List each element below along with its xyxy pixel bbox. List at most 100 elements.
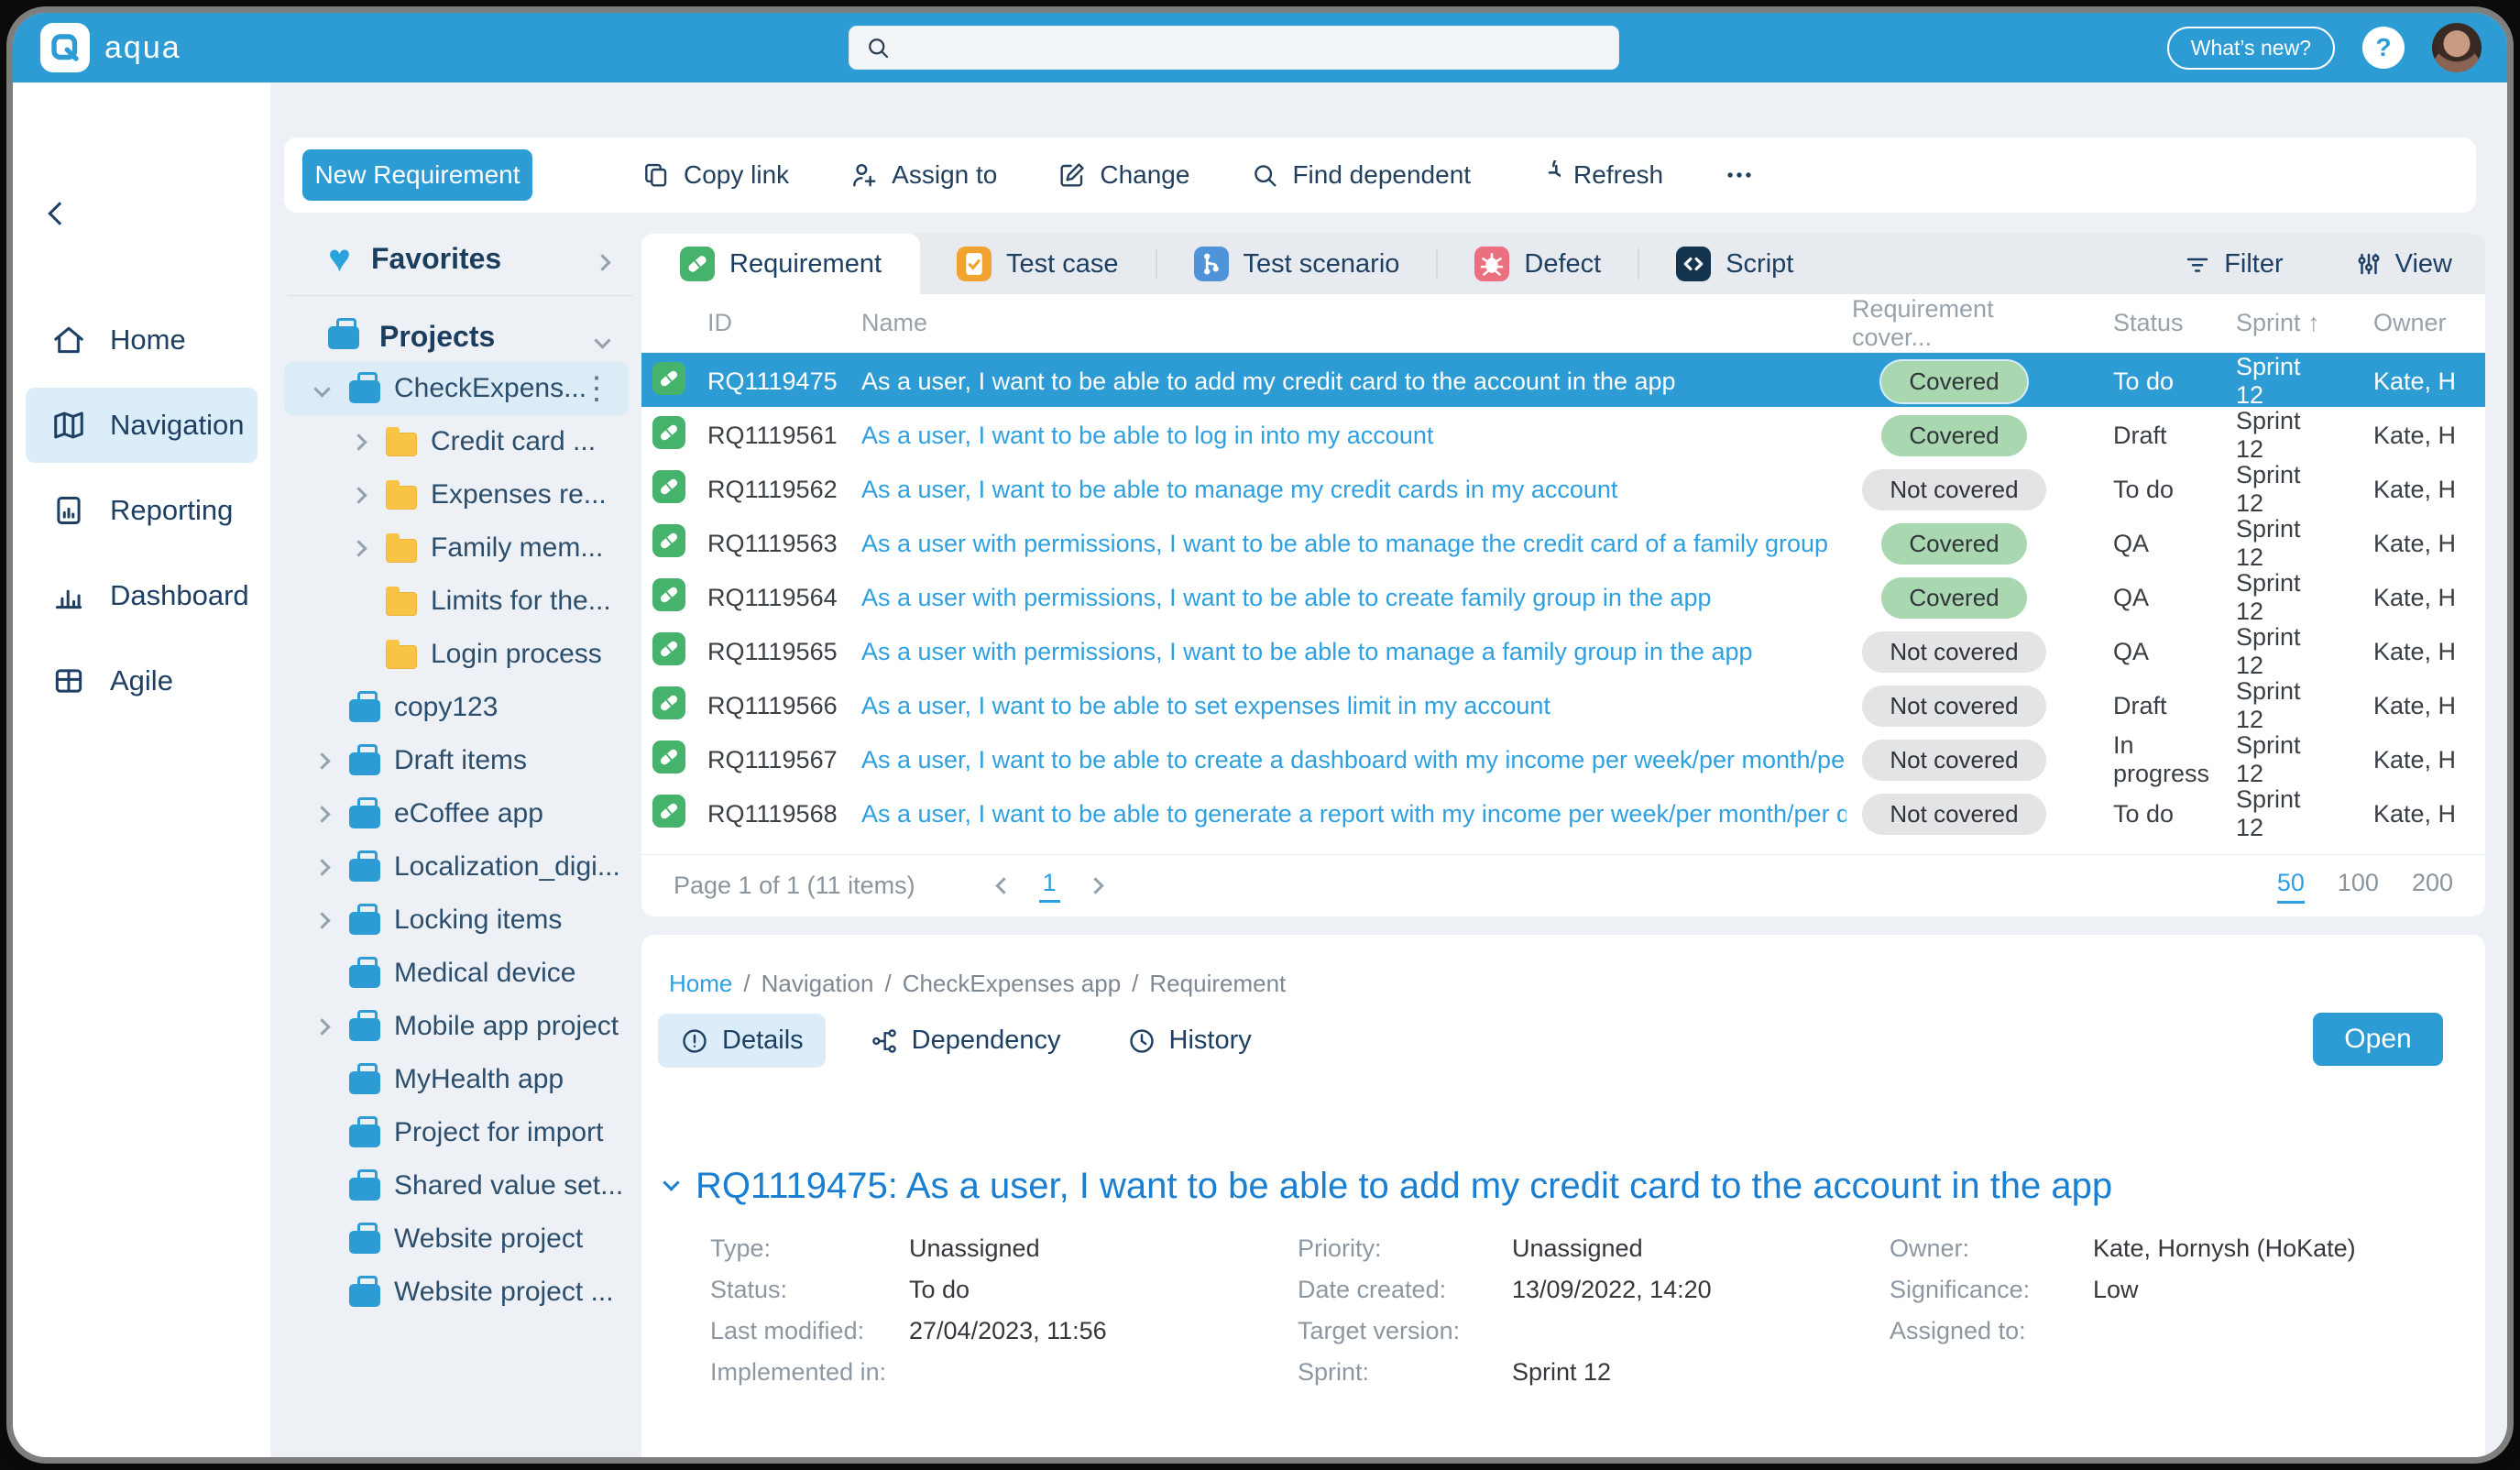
assign-to-button[interactable]: Assign to [849, 160, 997, 190]
tab-requirement[interactable]: Requirement [641, 234, 920, 294]
row-name-link[interactable]: As a user, I want to be able to manage m… [857, 476, 1846, 504]
table-row[interactable]: RQ1119475 As a user, I want to be able t… [641, 353, 2485, 407]
breadcrumb-item[interactable]: CheckExpenses app [903, 970, 1121, 998]
column-header-owner[interactable]: Owner [2332, 309, 2485, 337]
column-header-status[interactable]: Status [2062, 309, 2195, 337]
expand-node-icon[interactable] [313, 1018, 330, 1035]
tab-test-case[interactable]: Test case [920, 234, 1156, 294]
table-row[interactable]: RQ1119562 As a user, I want to be able t… [641, 461, 2485, 515]
global-search[interactable] [849, 26, 1619, 70]
tree-item-project[interactable]: eCoffee app [284, 787, 636, 840]
find-dependent-button[interactable]: Find dependent [1250, 160, 1471, 190]
page-number[interactable]: 1 [1039, 869, 1060, 903]
column-header-id[interactable]: ID [696, 309, 857, 337]
tree-item-folder[interactable]: Expenses re... [284, 468, 636, 521]
sidebar-item-label: Reporting [110, 494, 233, 527]
row-sprint: Sprint 12 [2195, 731, 2332, 788]
tree-item-project[interactable]: Website project ... [284, 1266, 636, 1319]
collapse-section-icon[interactable] [663, 1174, 679, 1190]
folder-icon [386, 645, 417, 669]
filter-button[interactable]: Filter [2184, 249, 2283, 280]
expand-node-icon[interactable] [313, 806, 330, 822]
page-size-100[interactable]: 100 [2338, 869, 2379, 904]
favorites-header[interactable]: ♥ Favorites [284, 233, 636, 284]
tab-defect[interactable]: Defect [1438, 234, 1638, 294]
avatar[interactable] [2432, 23, 2482, 72]
tree-item-project[interactable]: copy123 [284, 681, 636, 734]
page-size-200[interactable]: 200 [2412, 869, 2453, 904]
whats-new-button[interactable]: What’s new? [2167, 27, 2335, 70]
table-row[interactable]: RQ1119564 As a user with permissions, I … [641, 569, 2485, 623]
tree-item-project[interactable]: MyHealth app [284, 1053, 636, 1106]
tree-item-checkexpenses[interactable]: CheckExpens... ⋮ [284, 362, 629, 415]
table-row[interactable]: RQ1119566 As a user, I want to be able t… [641, 677, 2485, 731]
collapse-sidebar-icon[interactable] [51, 205, 68, 226]
change-button[interactable]: Change [1057, 160, 1189, 190]
expand-node-icon[interactable] [313, 859, 330, 875]
tree-item-project[interactable]: Project for import [284, 1106, 636, 1159]
row-name-link[interactable]: As a user, I want to be able to add my c… [857, 368, 1846, 396]
next-page-icon[interactable] [1087, 877, 1103, 894]
copy-link-button[interactable]: Copy link [641, 160, 789, 190]
tab-test-scenario[interactable]: Test scenario [1157, 234, 1437, 294]
row-name-link[interactable]: As a user, I want to be able to set expe… [857, 692, 1846, 720]
previous-page-icon[interactable] [995, 877, 1012, 894]
tree-item-project[interactable]: Website project [284, 1212, 636, 1266]
collapse-node-icon[interactable] [313, 380, 330, 397]
breadcrumb-home[interactable]: Home [669, 970, 732, 998]
collapse-projects-icon[interactable] [597, 320, 608, 354]
tree-item-folder[interactable]: Limits for the... [284, 575, 636, 628]
kebab-menu-icon[interactable]: ⋮ [581, 370, 612, 407]
tree-item-folder[interactable]: Login process [284, 628, 636, 681]
tree-item-folder[interactable]: Family mem... [284, 521, 636, 575]
row-name-link[interactable]: As a user, I want to be able to log in i… [857, 422, 1846, 450]
row-name-link[interactable]: As a user with permissions, I want to be… [857, 584, 1846, 612]
table-row[interactable]: RQ1119565 As a user with permissions, I … [641, 623, 2485, 677]
tree-item-project[interactable]: Locking items [284, 894, 636, 947]
expand-node-icon[interactable] [350, 540, 367, 556]
search-input[interactable] [903, 34, 1604, 62]
more-actions-button[interactable] [1724, 159, 1755, 191]
row-name-link[interactable]: As a user with permissions, I want to be… [857, 638, 1846, 666]
expand-node-icon[interactable] [350, 487, 367, 503]
tab-script[interactable]: Script [1639, 234, 1830, 294]
tree-item-project[interactable]: Localization_digi... [284, 840, 636, 894]
sidebar-item-agile[interactable]: Agile [26, 643, 257, 719]
tab-dependency[interactable]: Dependency [848, 1014, 1083, 1068]
tree-item-folder[interactable]: Credit card ... [284, 415, 636, 468]
column-header-name[interactable]: Name [857, 309, 1846, 337]
tab-history[interactable]: History [1105, 1014, 1274, 1068]
row-name-link[interactable]: As a user, I want to be able to create a… [857, 746, 1846, 774]
table-row[interactable]: RQ1119568 As a user, I want to be able t… [641, 785, 2485, 839]
table-row[interactable]: RQ1119567 As a user, I want to be able t… [641, 731, 2485, 785]
detail-title[interactable]: RQ1119475: As a user, I want to be able … [665, 1166, 2112, 1207]
sidebar-item-dashboard[interactable]: Dashboard [26, 558, 257, 633]
breadcrumb-item[interactable]: Navigation [761, 970, 874, 998]
sidebar-item-reporting[interactable]: Reporting [26, 473, 257, 548]
tab-details[interactable]: Details [658, 1014, 826, 1068]
requirement-icon [652, 740, 685, 773]
open-button[interactable]: Open [2313, 1013, 2443, 1066]
page-size-50[interactable]: 50 [2277, 869, 2305, 904]
refresh-button[interactable]: Refresh [1531, 160, 1663, 190]
expand-node-icon[interactable] [350, 433, 367, 450]
expand-node-icon[interactable] [313, 752, 330, 769]
tree-item-project[interactable]: Shared value set... [284, 1159, 636, 1212]
help-icon[interactable]: ? [2362, 27, 2405, 69]
row-name-link[interactable]: As a user, I want to be able to generate… [857, 800, 1846, 828]
table-row[interactable]: RQ1119563 As a user with permissions, I … [641, 515, 2485, 569]
expand-favorites-icon[interactable] [597, 242, 608, 276]
new-requirement-button[interactable]: New Requirement [302, 149, 532, 201]
sidebar-item-home[interactable]: Home [26, 302, 257, 378]
view-button[interactable]: View [2355, 249, 2452, 280]
tree-item-project[interactable]: Medical device [284, 947, 636, 1000]
sidebar-item-navigation[interactable]: Navigation [26, 388, 257, 463]
expand-node-icon[interactable] [313, 912, 330, 928]
column-header-sprint[interactable]: Sprint ↑ [2195, 309, 2332, 337]
column-header-coverage[interactable]: Requirement cover... [1846, 295, 2062, 352]
tree-item-project[interactable]: Draft items [284, 734, 636, 787]
tree-item-project[interactable]: Mobile app project [284, 1000, 636, 1053]
row-name-link[interactable]: As a user with permissions, I want to be… [857, 530, 1846, 558]
projects-header[interactable]: Projects [284, 311, 636, 362]
table-row[interactable]: RQ1119561 As a user, I want to be able t… [641, 407, 2485, 461]
